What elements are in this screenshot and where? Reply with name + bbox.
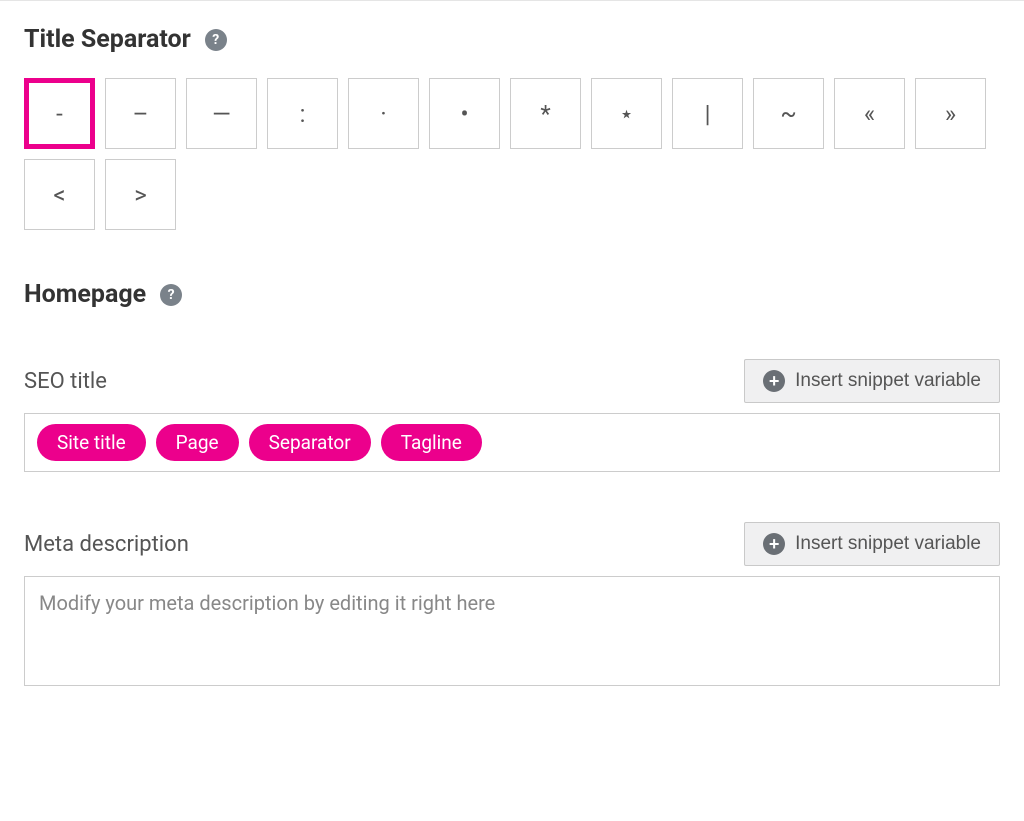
separator-option[interactable]: – <box>105 78 176 149</box>
separator-option[interactable]: | <box>672 78 743 149</box>
snippet-variable-chip[interactable]: Site title <box>37 424 146 461</box>
separator-option[interactable]: * <box>510 78 581 149</box>
separator-option[interactable]: « <box>834 78 905 149</box>
meta-description-row: Meta description + Insert snippet variab… <box>24 522 1000 566</box>
insert-snippet-variable-label: Insert snippet variable <box>795 533 981 555</box>
help-icon[interactable]: ? <box>205 29 227 51</box>
separator-option[interactable]: — <box>186 78 257 149</box>
title-separator-heading-row: Title Separator ? <box>24 25 1000 54</box>
separator-option[interactable]: ~ <box>753 78 824 149</box>
seo-title-input[interactable]: Site title Page Separator Tagline <box>24 413 1000 472</box>
snippet-variable-chip[interactable]: Separator <box>249 424 371 461</box>
separator-option[interactable]: • <box>429 78 500 149</box>
meta-description-input[interactable] <box>24 576 1000 686</box>
title-separator-heading: Title Separator <box>24 25 191 54</box>
homepage-section: Homepage ? SEO title + Insert snippet va… <box>24 280 1000 686</box>
separator-option[interactable]: < <box>24 159 95 230</box>
separator-option[interactable]: · <box>348 78 419 149</box>
title-separator-section: Title Separator ? -–—:·•*⋆|~«» <> <box>24 25 1000 230</box>
meta-description-label: Meta description <box>24 532 189 557</box>
snippet-variable-chip[interactable]: Tagline <box>381 424 482 461</box>
help-icon[interactable]: ? <box>160 284 182 306</box>
plus-circle-icon: + <box>763 533 785 555</box>
separator-option[interactable]: » <box>915 78 986 149</box>
insert-snippet-variable-label: Insert snippet variable <box>795 370 981 392</box>
insert-snippet-variable-button[interactable]: + Insert snippet variable <box>744 359 1000 403</box>
seo-title-row: SEO title + Insert snippet variable <box>24 359 1000 403</box>
homepage-heading-row: Homepage ? <box>24 280 1000 309</box>
plus-circle-icon: + <box>763 370 785 392</box>
seo-title-label: SEO title <box>24 369 107 394</box>
separator-grid: -–—:·•*⋆|~«» <> <box>24 78 1000 230</box>
separator-option[interactable]: ⋆ <box>591 78 662 149</box>
separator-option[interactable]: > <box>105 159 176 230</box>
insert-snippet-variable-button[interactable]: + Insert snippet variable <box>744 522 1000 566</box>
separator-option[interactable]: - <box>24 78 95 149</box>
homepage-heading: Homepage <box>24 280 146 309</box>
separator-option[interactable]: : <box>267 78 338 149</box>
snippet-variable-chip[interactable]: Page <box>156 424 239 461</box>
